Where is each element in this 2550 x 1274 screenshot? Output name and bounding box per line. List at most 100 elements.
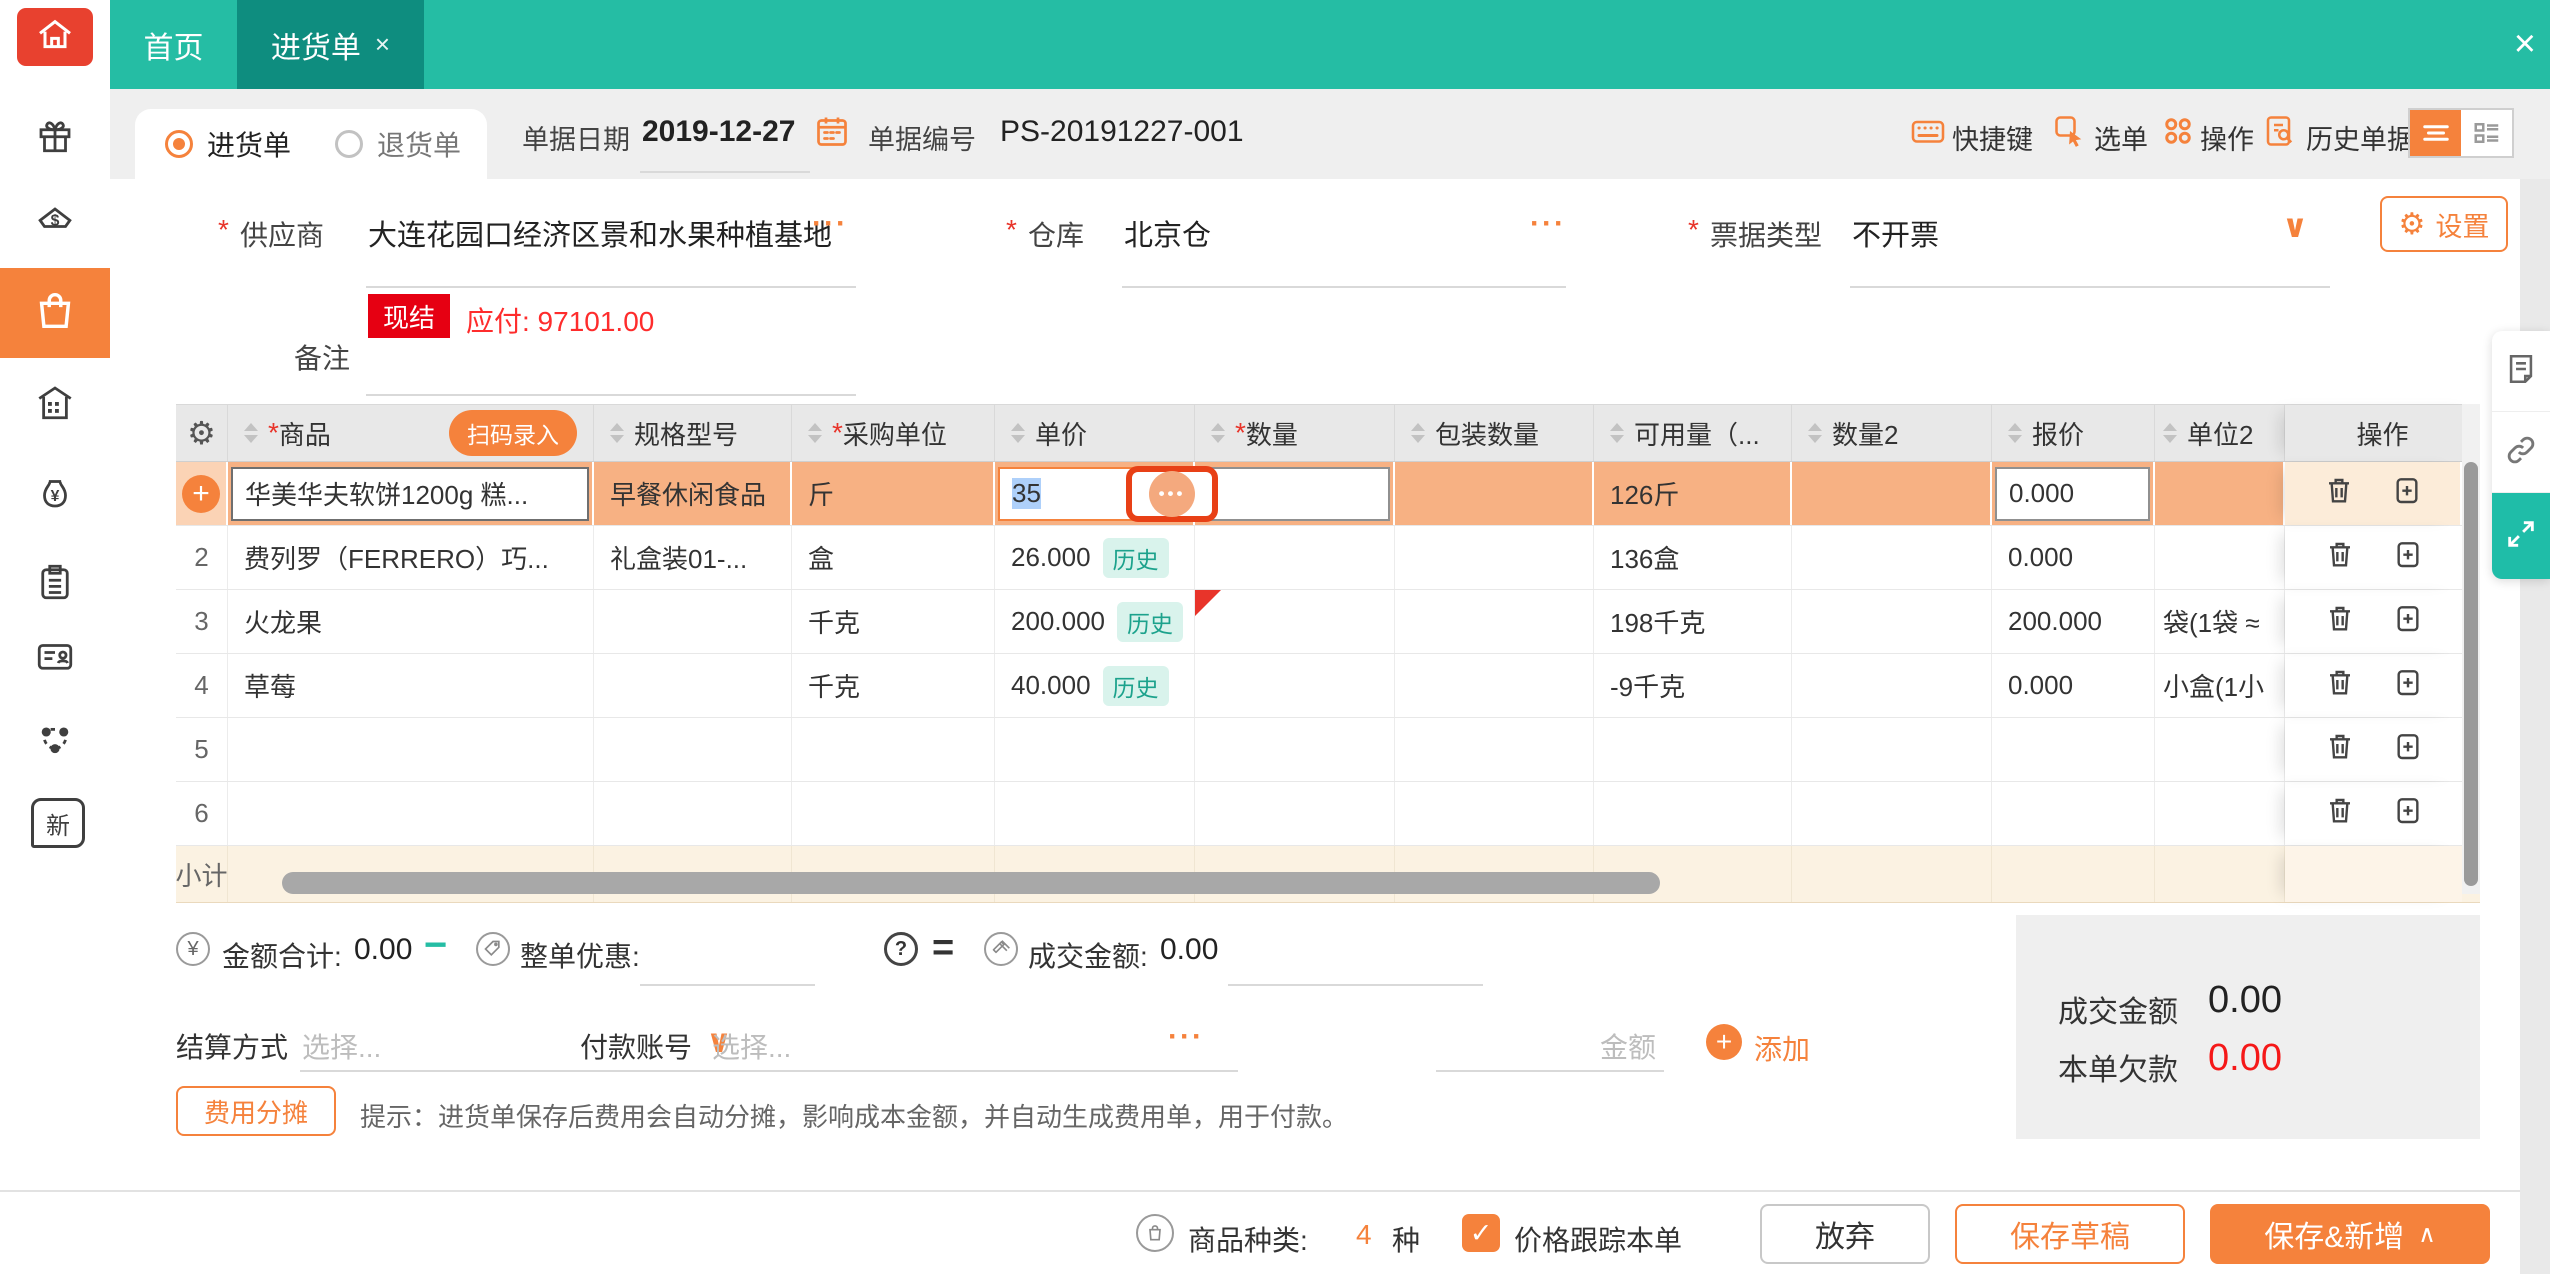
header-available[interactable]: 可用量（... <box>1594 405 1792 461</box>
sidebar-item-contacts[interactable] <box>33 636 77 680</box>
tab-home[interactable]: 首页 <box>110 0 237 89</box>
qty-cell[interactable] <box>1195 526 1395 589</box>
header-purchase-unit[interactable]: * 采购单位 <box>792 405 995 461</box>
toolbar-history[interactable]: 历史单据 <box>2306 118 2414 157</box>
qty2-cell[interactable] <box>1792 526 1992 589</box>
warehouse-more-icon[interactable]: ··· <box>1530 207 1566 241</box>
toolbar-pick[interactable]: 选单 <box>2094 118 2148 157</box>
header-unit2[interactable]: 单位2 <box>2155 405 2285 461</box>
unit2-cell[interactable]: 袋(1袋 ≈ <box>2155 590 2285 653</box>
radio-purchase-order[interactable]: 进货单 <box>165 124 291 164</box>
product-cell[interactable] <box>228 718 594 781</box>
sidebar-item-purchase-active[interactable] <box>0 268 110 358</box>
add-row-button[interactable]: + <box>176 462 228 525</box>
remark-input[interactable] <box>366 394 856 396</box>
supplier-value[interactable]: 大连花园口经济区景和水果种植基地 <box>368 212 832 254</box>
qty2-cell[interactable] <box>1792 590 1992 653</box>
calendar-icon[interactable] <box>814 113 850 149</box>
qty2-cell[interactable] <box>1792 462 1992 525</box>
radio-return-order[interactable]: 退货单 <box>335 124 461 164</box>
bill-type-value[interactable]: 不开票 <box>1852 212 1939 254</box>
product-cell[interactable]: 费列罗（FERRERO）巧... <box>228 526 594 589</box>
price-cell[interactable]: 200.000 历史 <box>995 590 1195 653</box>
spec-cell[interactable] <box>594 654 792 717</box>
unit-cell[interactable]: 千克 <box>792 590 995 653</box>
header-quote[interactable]: 报价 <box>1992 405 2155 461</box>
header-price[interactable]: 单价 <box>995 405 1195 461</box>
sidebar-item-gift[interactable] <box>33 115 77 159</box>
pay-account-more-icon[interactable]: ··· <box>1168 1020 1204 1054</box>
warehouse-value[interactable]: 北京仓 <box>1124 212 1211 254</box>
price-track-checkbox[interactable]: ✓ <box>1462 1214 1500 1252</box>
rail-note-button[interactable] <box>2492 331 2550 412</box>
amount-input[interactable]: 金额 <box>1436 1026 1656 1066</box>
unit-cell[interactable]: 千克 <box>792 654 995 717</box>
spec-cell[interactable]: 礼盒装01-... <box>594 526 792 589</box>
unit2-cell[interactable] <box>2155 526 2285 589</box>
unit2-cell[interactable]: 小盒(1小 <box>2155 654 2285 717</box>
sidebar-item-sales[interactable]: $ <box>33 203 77 247</box>
save-and-new-button[interactable]: 保存&新增 ∧ <box>2210 1204 2490 1264</box>
sidebar-item-new[interactable]: 新 <box>31 798 85 848</box>
delete-row-button[interactable] <box>2324 666 2356 705</box>
rail-expand-button[interactable] <box>2492 493 2550 579</box>
delete-row-button[interactable] <box>2324 794 2356 833</box>
sidebar-item-home[interactable] <box>17 8 93 66</box>
scan-input-button[interactable]: 扫码录入 <box>449 410 577 456</box>
spec-cell[interactable] <box>594 590 792 653</box>
sidebar-item-orders[interactable] <box>33 562 77 606</box>
quote-cell[interactable]: 0.000 <box>1992 654 2155 717</box>
product-cell[interactable]: 火龙果 <box>228 590 594 653</box>
add-payment-label[interactable]: 添加 <box>1754 1028 1810 1068</box>
quote-input[interactable]: 0.000 <box>1995 466 2150 521</box>
copy-row-button[interactable] <box>2392 794 2424 833</box>
qty2-cell[interactable] <box>1792 654 1992 717</box>
sidebar-item-share[interactable] <box>33 719 77 763</box>
quote-cell[interactable]: 0.000 <box>1992 526 2155 589</box>
cancel-button[interactable]: 放弃 <box>1760 1204 1930 1264</box>
settings-button[interactable]: ⚙ 设置 <box>2380 196 2508 252</box>
chevron-down-icon[interactable]: ∨ <box>2282 207 2308 245</box>
sidebar-item-finance[interactable]: ¥ <box>33 472 77 516</box>
view-mode-detail[interactable] <box>2461 110 2512 156</box>
copy-row-button[interactable] <box>2392 538 2424 577</box>
tab-purchase-order-active[interactable]: 进货单 × <box>237 0 424 89</box>
settle-method-select[interactable]: 选择... <box>302 1026 381 1066</box>
history-badge[interactable]: 历史 <box>1102 537 1169 578</box>
header-product[interactable]: * 商品 扫码录入 <box>228 405 594 461</box>
delete-row-button[interactable] <box>2324 602 2356 641</box>
header-pack-qty[interactable]: 包装数量 <box>1395 405 1594 461</box>
help-icon[interactable]: ? <box>884 932 918 966</box>
price-cell[interactable]: 40.000 历史 <box>995 654 1195 717</box>
copy-row-button[interactable] <box>2392 666 2424 705</box>
unit-cell[interactable]: 盒 <box>792 526 995 589</box>
header-qty[interactable]: * 数量 <box>1195 405 1395 461</box>
fee-share-badge[interactable]: 费用分摊 <box>176 1086 336 1136</box>
pack-qty-cell[interactable] <box>1395 462 1594 525</box>
supplier-more-icon[interactable]: ··· <box>812 207 848 241</box>
pay-account-select[interactable]: 选择... <box>712 1026 791 1066</box>
discount-input[interactable] <box>640 984 815 986</box>
history-badge[interactable]: 历史 <box>1116 601 1183 642</box>
qty-cell[interactable] <box>1195 654 1395 717</box>
rail-link-button[interactable] <box>2492 412 2550 493</box>
header-spec[interactable]: 规格型号 <box>594 405 792 461</box>
column-settings-button[interactable]: ⚙ <box>176 405 228 461</box>
view-mode-compact-active[interactable] <box>2410 110 2461 156</box>
pack-qty-cell[interactable] <box>1395 590 1594 653</box>
window-close-icon[interactable]: × <box>2514 22 2536 66</box>
pack-qty-cell[interactable] <box>1395 654 1594 717</box>
delete-row-button[interactable] <box>2324 730 2356 769</box>
price-cell[interactable]: 26.000 历史 <box>995 526 1195 589</box>
date-value[interactable]: 2019-12-27 <box>642 115 795 149</box>
delete-row-button[interactable] <box>2323 474 2355 513</box>
toolbar-hotkeys[interactable]: 快捷键 <box>1952 118 2033 157</box>
delete-row-button[interactable] <box>2324 538 2356 577</box>
table-vertical-scrollbar[interactable] <box>2464 462 2478 886</box>
unit2-cell[interactable] <box>2155 462 2285 525</box>
copy-row-button[interactable] <box>2392 730 2424 769</box>
sidebar-item-warehouse[interactable] <box>33 382 77 426</box>
pack-qty-cell[interactable] <box>1395 526 1594 589</box>
add-payment-icon[interactable]: + <box>1706 1024 1742 1060</box>
qty-cell[interactable] <box>1195 590 1395 653</box>
